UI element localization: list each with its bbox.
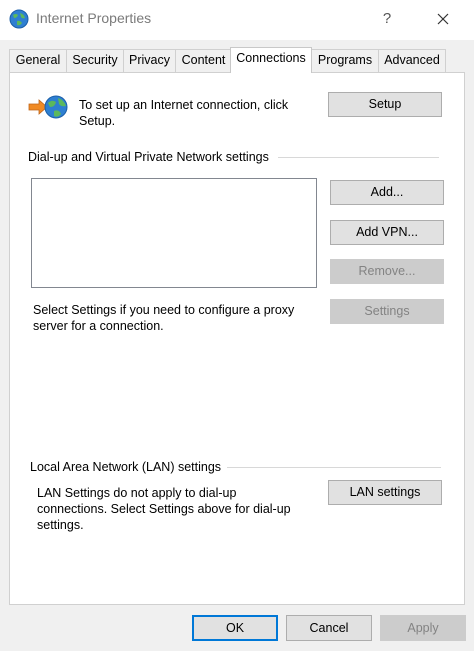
lan-group-header: Local Area Network (LAN) settings [30, 459, 224, 475]
proxy-text-line1: Select Settings if you need to configure… [33, 303, 295, 317]
lan-text-line3: settings. [37, 518, 84, 532]
globe-icon [9, 9, 29, 29]
dialup-group-divider [278, 157, 439, 158]
add-vpn-button[interactable]: Add VPN... [330, 220, 444, 245]
proxy-text-line2: server for a connection. [33, 319, 164, 333]
tab-content[interactable]: Content [175, 49, 232, 72]
tab-strip: General Security Privacy Content Connect… [9, 47, 465, 73]
connection-settings-button[interactable]: Settings [330, 299, 444, 324]
cancel-button[interactable]: Cancel [286, 615, 372, 641]
tab-security[interactable]: Security [66, 49, 124, 72]
window-title: Internet Properties [36, 10, 152, 26]
setup-button[interactable]: Setup [328, 92, 442, 117]
apply-button[interactable]: Apply [380, 615, 466, 641]
lan-text-line2: connections. Select Settings above for d… [37, 502, 291, 516]
tab-connections[interactable]: Connections [230, 47, 312, 73]
tab-programs[interactable]: Programs [311, 49, 379, 72]
lan-settings-button[interactable]: LAN settings [328, 480, 442, 505]
remove-button[interactable]: Remove... [330, 259, 444, 284]
lan-text-line1: LAN Settings do not apply to dial-up [37, 486, 237, 500]
setup-text-line1: To set up an Internet connection, click [79, 98, 289, 112]
close-icon [437, 13, 449, 25]
tab-advanced[interactable]: Advanced [378, 49, 446, 72]
tab-general[interactable]: General [9, 49, 67, 72]
title-bar: Internet Properties ? [0, 0, 474, 40]
help-button[interactable]: ? [372, 4, 402, 34]
dialup-group-header: Dial-up and Virtual Private Network sett… [28, 149, 271, 165]
connections-list[interactable] [31, 178, 317, 288]
close-button[interactable] [428, 4, 458, 34]
lan-group-divider [227, 467, 441, 468]
network-connection-icon [28, 95, 68, 119]
tab-privacy[interactable]: Privacy [123, 49, 176, 72]
add-button[interactable]: Add... [330, 180, 444, 205]
setup-text-line2: Setup. [79, 114, 116, 128]
ok-button[interactable]: OK [192, 615, 278, 641]
